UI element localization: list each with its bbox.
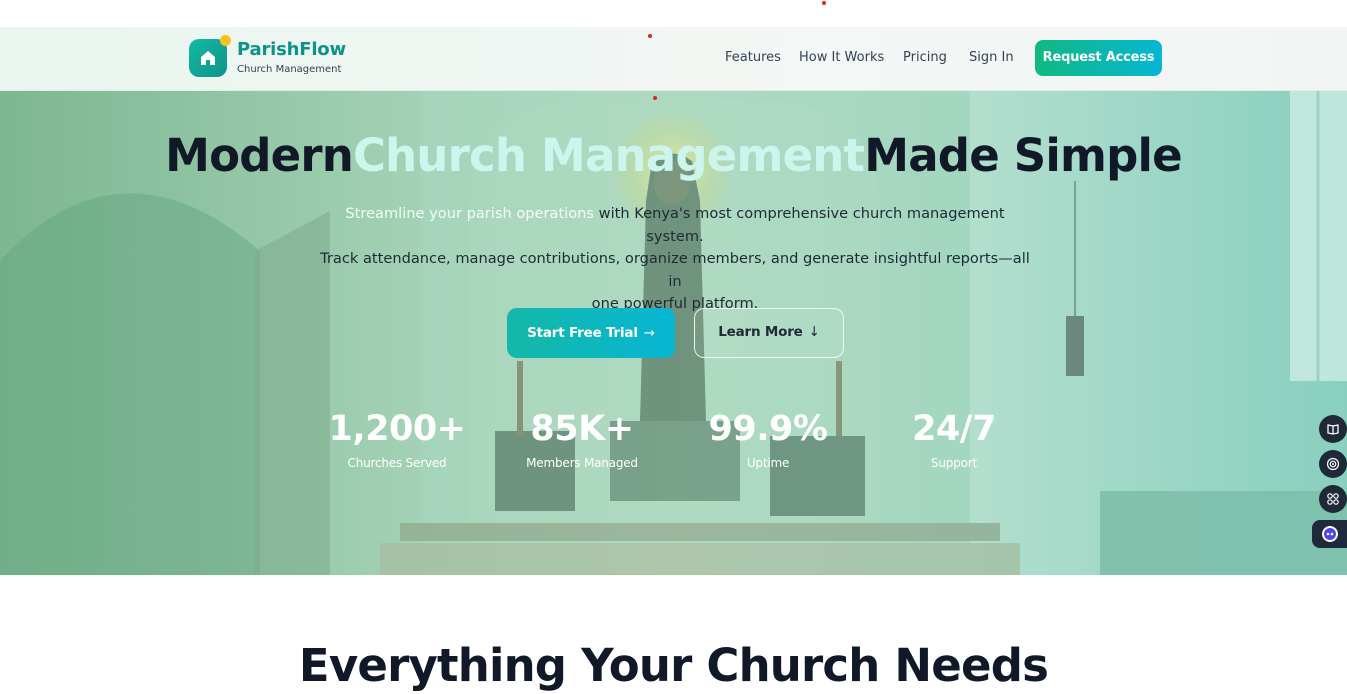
logo-badge [220, 35, 231, 46]
arrow-down-icon: ↓ [808, 324, 820, 340]
marker-dot [822, 1, 826, 5]
hero-section: ModernChurch ManagementMade Simple Strea… [0, 91, 1347, 575]
hero-description: Streamline your parish operations with K… [318, 203, 1032, 316]
top-strip [0, 0, 1347, 27]
stat-label: Support [930, 456, 978, 470]
stat-value: 24/7 [912, 409, 996, 449]
hero-desc-line2: Track attendance, manage contributions, … [320, 250, 1030, 290]
hero-desc-line1: with Kenya's most comprehensive church m… [594, 205, 1005, 245]
start-free-trial-button[interactable]: Start Free Trial → [507, 308, 675, 358]
marker-dot [653, 96, 657, 100]
arrow-right-icon: → [643, 325, 655, 341]
stat-label: Uptime [746, 456, 790, 470]
hero-title: ModernChurch ManagementMade Simple [0, 127, 1347, 185]
stat-uptime: 99.9% Uptime [678, 407, 858, 472]
start-free-trial-label: Start Free Trial [527, 325, 638, 341]
nav-link-how-it-works[interactable]: How It Works [799, 40, 884, 76]
stat-churches: 1,200+ Churches Served [307, 407, 487, 472]
brand-name: ParishFlow [237, 38, 346, 60]
book-icon[interactable] [1319, 415, 1347, 443]
stat-label: Members Managed [526, 456, 638, 470]
stat-value: 85K+ [530, 409, 634, 449]
hero-title-part1: Modern [165, 129, 354, 182]
stat-members: 85K+ Members Managed [492, 407, 672, 472]
nav-link-features[interactable]: Features [725, 40, 781, 76]
broadcast-icon[interactable] [1319, 450, 1347, 478]
learn-more-button[interactable]: Learn More ↓ [694, 308, 844, 358]
hero-title-accent: Church Management [352, 129, 865, 182]
marker-dot [648, 34, 652, 38]
home-logo-icon [189, 35, 231, 77]
brand-subtitle: Church Management [237, 63, 342, 75]
stat-label: Churches Served [347, 456, 447, 470]
hero-title-part2: Made Simple [864, 129, 1182, 182]
nav-link-sign-in[interactable]: Sign In [969, 40, 1014, 76]
learn-more-label: Learn More [718, 324, 803, 340]
hero-desc-highlight: Streamline your parish operations [345, 205, 595, 222]
request-access-button[interactable]: Request Access [1035, 40, 1162, 76]
stat-support: 24/7 Support [864, 407, 1044, 472]
nav-link-pricing[interactable]: Pricing [903, 40, 947, 76]
site-header: ParishFlow Church Management Features Ho… [0, 27, 1347, 91]
assistant-icon[interactable] [1312, 520, 1347, 548]
brand[interactable]: ParishFlow Church Management [189, 35, 346, 77]
features-section-title: Everything Your Church Needs [298, 639, 1049, 692]
stat-value: 1,200+ [328, 409, 466, 449]
apps-icon[interactable] [1319, 485, 1347, 513]
stat-value: 99.9% [708, 409, 828, 449]
